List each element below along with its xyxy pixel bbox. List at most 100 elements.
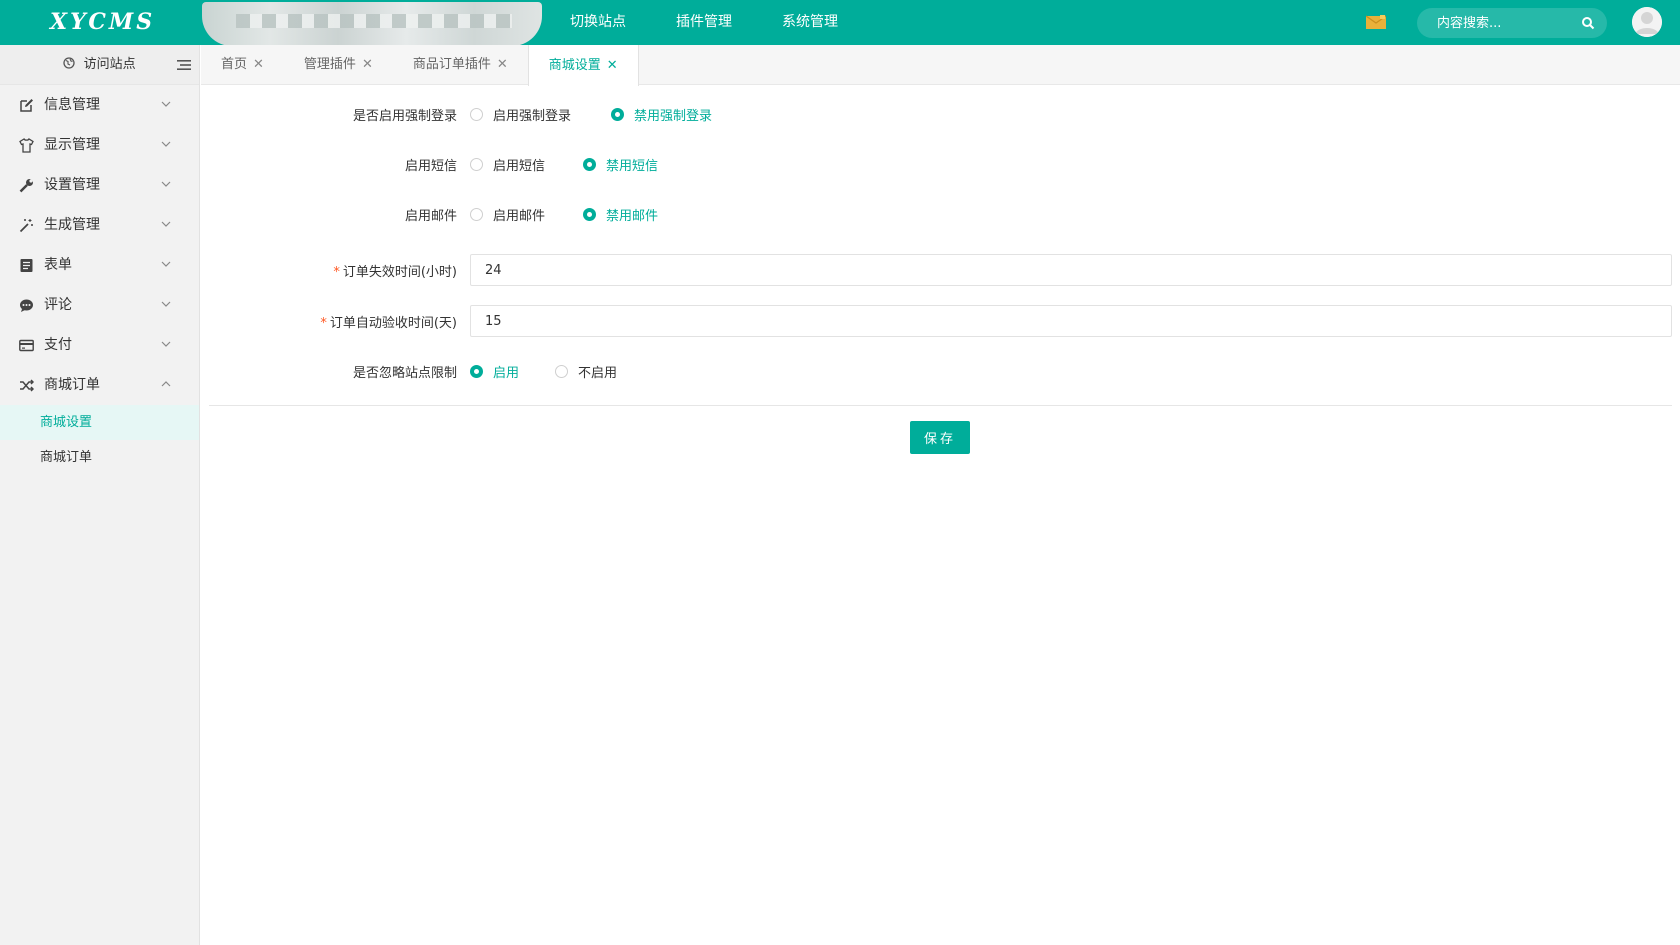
chevron-down-icon: [161, 181, 171, 187]
auto-accept-label: * 订单自动验收时间(天): [201, 312, 457, 331]
envelope-icon[interactable]: [1366, 15, 1386, 29]
radio-label: 禁用强制登录: [634, 109, 713, 124]
tab-label: 商品订单插件: [412, 57, 491, 72]
auto-accept-label-text: 订单自动验收时间(天): [329, 316, 457, 331]
force-login-enable-radio[interactable]: 启用强制登录: [470, 105, 571, 124]
sidebar-item-label: 支付: [44, 337, 72, 353]
email-disable-radio[interactable]: 禁用邮件: [583, 205, 658, 224]
sidebar: 访问站点 信息管理 显示管理 设置管理 生成管理 表单 评论 支付 商城订单 商…: [0, 45, 200, 945]
auto-accept-row: * 订单自动验收时间(天): [201, 305, 1680, 337]
radio-dot: [470, 158, 483, 171]
form-icon: [20, 259, 33, 272]
tab-label: 管理插件: [303, 57, 356, 72]
top-nav: 切换站点 插件管理 系统管理: [570, 0, 888, 45]
sms-disable-radio[interactable]: 禁用短信: [583, 155, 658, 174]
ignore-site-row: 是否忽略站点限制 启用 不启用: [201, 360, 1680, 381]
tab-manage-plugins[interactable]: 管理插件 ✕: [284, 45, 393, 85]
force-login-label: 是否启用强制登录: [352, 109, 457, 124]
sidebar-item-label: 表单: [44, 257, 72, 273]
tab-mall-settings[interactable]: 商城设置 ✕: [527, 45, 639, 86]
radio-dot: [470, 208, 483, 221]
wrench-icon: [19, 179, 33, 193]
radio-label: 启用强制登录: [493, 109, 572, 124]
sidebar-item-comment[interactable]: 评论: [0, 285, 199, 325]
sidebar-item-label: 生成管理: [44, 217, 100, 233]
sidebar-item-mall-orders[interactable]: 商城订单: [0, 365, 199, 405]
radio-label: 禁用邮件: [606, 209, 659, 224]
tab-label: 商城设置: [548, 57, 601, 73]
site-name-blurred: [202, 2, 542, 46]
top-bar: XYCMS 切换站点 插件管理 系统管理: [0, 0, 1680, 46]
close-icon[interactable]: ✕: [362, 45, 373, 85]
email-enable-radio[interactable]: 启用邮件: [470, 205, 545, 224]
force-login-disable-radio[interactable]: 禁用强制登录: [611, 105, 712, 124]
tab-product-order-plugin[interactable]: 商品订单插件 ✕: [393, 45, 528, 85]
radio-dot: [611, 108, 624, 121]
sms-row: 启用短信 启用短信 禁用短信: [201, 153, 1680, 174]
order-expire-label: * 订单失效时间(小时): [201, 261, 457, 280]
settings-form: 是否启用强制登录 启用强制登录 禁用强制登录 启用短信 启用短信 禁用短信 启用…: [201, 86, 1680, 945]
nav-switch-site[interactable]: 切换站点: [570, 0, 626, 45]
tab-label: 首页: [221, 57, 248, 72]
close-icon[interactable]: ✕: [497, 45, 508, 85]
sidebar-item-label: 显示管理: [44, 137, 100, 153]
logo[interactable]: XYCMS: [50, 0, 155, 45]
chevron-down-icon: [161, 141, 171, 147]
sms-label: 启用短信: [404, 159, 457, 174]
radio-dot: [583, 158, 596, 171]
chevron-down-icon: [161, 301, 171, 307]
ignore-site-label: 是否忽略站点限制: [352, 366, 457, 381]
tab-home[interactable]: 首页 ✕: [201, 45, 284, 85]
sidebar-item-payment[interactable]: 支付: [0, 325, 199, 365]
required-mark: *: [320, 316, 327, 331]
chevron-down-icon: [161, 341, 171, 347]
credit-card-icon: [19, 339, 34, 352]
chevron-down-icon: [161, 101, 171, 107]
force-login-row: 是否启用强制登录 启用强制登录 禁用强制登录: [201, 103, 1680, 124]
sidebar-item-settings-management[interactable]: 设置管理: [0, 165, 199, 205]
radio-dot: [583, 208, 596, 221]
sidebar-item-generate-management[interactable]: 生成管理: [0, 205, 199, 245]
search-input[interactable]: [1437, 8, 1577, 38]
order-expire-label-text: 订单失效时间(小时): [342, 265, 457, 280]
shirt-icon: [19, 138, 34, 153]
sidebar-subitem-mall-orders[interactable]: 商城订单: [0, 440, 199, 475]
radio-dot: [470, 365, 483, 378]
radio-dot: [470, 108, 483, 121]
avatar[interactable]: [1632, 7, 1662, 37]
sidebar-item-label: 商城订单: [44, 377, 100, 393]
globe-icon: [63, 57, 76, 69]
shuffle-icon: [20, 379, 34, 392]
visit-site[interactable]: 访问站点: [0, 45, 199, 85]
user-avatar-icon: [1632, 7, 1662, 37]
search-icon[interactable]: [1581, 16, 1595, 30]
sidebar-item-form[interactable]: 表单: [0, 245, 199, 285]
close-icon[interactable]: ✕: [607, 46, 618, 86]
radio-label: 禁用短信: [606, 159, 659, 174]
ignore-site-disable-radio[interactable]: 不启用: [555, 362, 617, 381]
sms-enable-radio[interactable]: 启用短信: [470, 155, 545, 174]
menu-toggle-icon[interactable]: [177, 58, 191, 72]
sidebar-subitem-mall-settings[interactable]: 商城设置: [0, 405, 199, 440]
radio-label: 启用短信: [493, 159, 546, 174]
chevron-up-icon: [161, 381, 171, 387]
auto-accept-input[interactable]: [470, 305, 1672, 337]
radio-label: 启用: [493, 366, 520, 381]
sidebar-item-display-management[interactable]: 显示管理: [0, 125, 199, 165]
required-mark: *: [333, 265, 340, 280]
chevron-down-icon: [161, 261, 171, 267]
order-expire-input[interactable]: [470, 254, 1672, 286]
order-expire-row: * 订单失效时间(小时): [201, 254, 1680, 286]
visit-site-label: 访问站点: [83, 57, 136, 72]
nav-plugin-management[interactable]: 插件管理: [676, 0, 732, 45]
save-button[interactable]: 保存: [910, 421, 970, 454]
ignore-site-enable-radio[interactable]: 启用: [470, 362, 519, 381]
sidebar-item-info-management[interactable]: 信息管理: [0, 85, 199, 125]
nav-system-management[interactable]: 系统管理: [782, 0, 838, 45]
close-icon[interactable]: ✕: [253, 45, 264, 85]
divider: [209, 405, 1672, 406]
sidebar-item-label: 设置管理: [44, 177, 100, 193]
sidebar-item-label: 评论: [44, 297, 72, 313]
radio-dot: [555, 365, 568, 378]
chevron-down-icon: [161, 221, 171, 227]
